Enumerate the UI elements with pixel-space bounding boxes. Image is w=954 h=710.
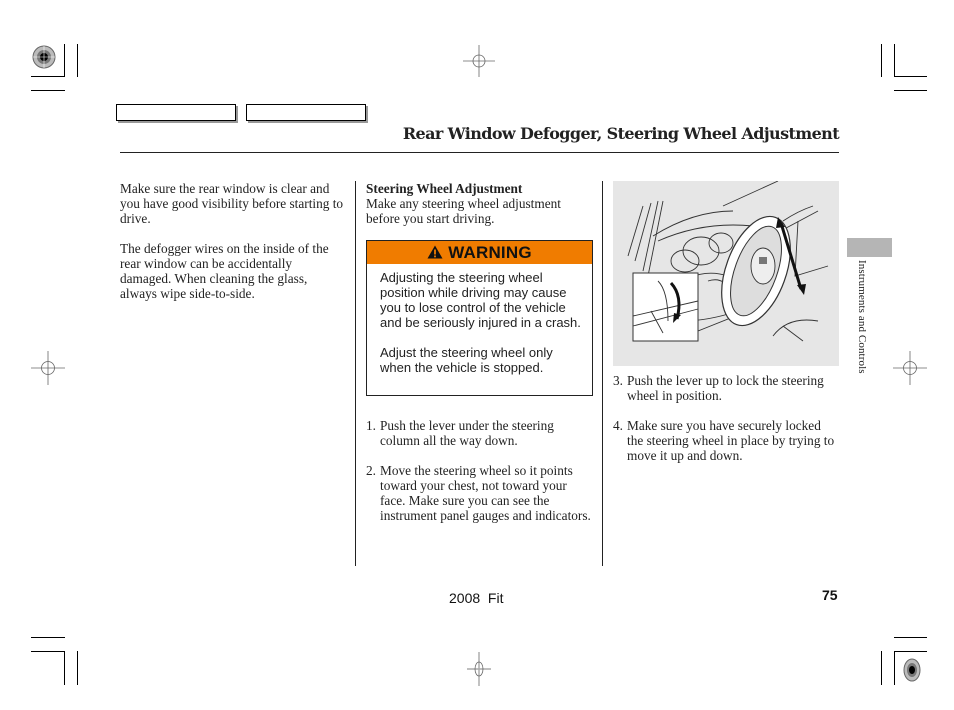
steps-list-2: 3. Push the lever up to lock the steerin…: [613, 373, 839, 478]
step-item: 2. Move the steering wheel so it points …: [366, 463, 591, 523]
steering-wheel-illustration: [613, 180, 839, 366]
step-item: 1. Push the lever under the steering col…: [366, 418, 591, 448]
title-rule: [120, 152, 839, 153]
column-1: Make sure the rear window is clear and y…: [120, 181, 345, 316]
step-text: Make sure you have securely locked the s…: [627, 418, 835, 463]
crop-mark: [881, 44, 882, 77]
column-divider: [355, 181, 356, 566]
section-intro: Make any steering wheel adjustment befor…: [366, 196, 561, 226]
step-item: 3. Push the lever up to lock the steerin…: [613, 373, 839, 403]
step-number: 1.: [366, 418, 376, 433]
crop-mark: [31, 651, 65, 652]
step-text: Push the lever under the steering column…: [380, 418, 554, 448]
section-tab-marker: [847, 238, 892, 257]
registration-mark-top-left: [31, 44, 57, 70]
column-2: Steering Wheel Adjustment Make any steer…: [366, 181, 594, 226]
step-text: Push the lever up to lock the steering w…: [627, 373, 824, 403]
warning-text: Adjust the steering wheel only when the …: [380, 345, 553, 375]
registration-crosshair-left: [31, 351, 65, 385]
step-number: 2.: [366, 463, 376, 478]
crop-mark: [881, 651, 882, 685]
page-number: 75: [822, 587, 838, 603]
crop-mark: [894, 651, 927, 652]
crop-mark: [894, 76, 927, 77]
crop-mark: [894, 90, 927, 91]
column-divider: [602, 181, 603, 566]
warning-text: Adjusting the steering wheel position wh…: [380, 270, 581, 330]
crop-mark: [894, 651, 895, 685]
registration-crosshair-bottom: [463, 652, 495, 686]
crop-mark: [77, 44, 78, 77]
crop-mark: [77, 651, 78, 685]
footer-model: 2008 Fit: [449, 590, 504, 606]
paragraph: The defogger wires on the inside of the …: [120, 241, 329, 301]
section-subheading: Steering Wheel Adjustment: [366, 181, 523, 196]
step-number: 3.: [613, 373, 623, 388]
page-title: Rear Window Defogger, Steering Wheel Adj…: [402, 124, 840, 143]
step-number: 4.: [613, 418, 623, 433]
steps-list-1: 1. Push the lever under the steering col…: [366, 418, 591, 538]
warning-header: WARNING: [367, 241, 592, 264]
registration-crosshair-top: [463, 45, 495, 77]
crop-mark: [64, 651, 65, 685]
step-item: 4. Make sure you have securely locked th…: [613, 418, 839, 463]
registration-crosshair-right: [893, 351, 927, 385]
crop-mark: [894, 637, 927, 638]
crop-mark: [64, 44, 65, 77]
registration-mark-bottom-right: [899, 657, 925, 683]
crop-mark: [31, 76, 65, 77]
crop-mark: [31, 637, 65, 638]
section-tab-label: Instruments and Controls: [856, 260, 868, 374]
step-text: Move the steering wheel so it points tow…: [380, 463, 591, 523]
warning-box: WARNING Adjusting the steering wheel pos…: [366, 240, 593, 396]
warning-label: WARNING: [448, 243, 532, 262]
crop-mark: [894, 44, 895, 77]
header-tab-box: [246, 104, 366, 121]
warning-triangle-icon: [427, 243, 448, 262]
paragraph: Make sure the rear window is clear and y…: [120, 181, 344, 226]
warning-body: Adjusting the steering wheel position wh…: [367, 264, 592, 375]
crop-mark: [31, 90, 65, 91]
header-tab-box: [116, 104, 236, 121]
